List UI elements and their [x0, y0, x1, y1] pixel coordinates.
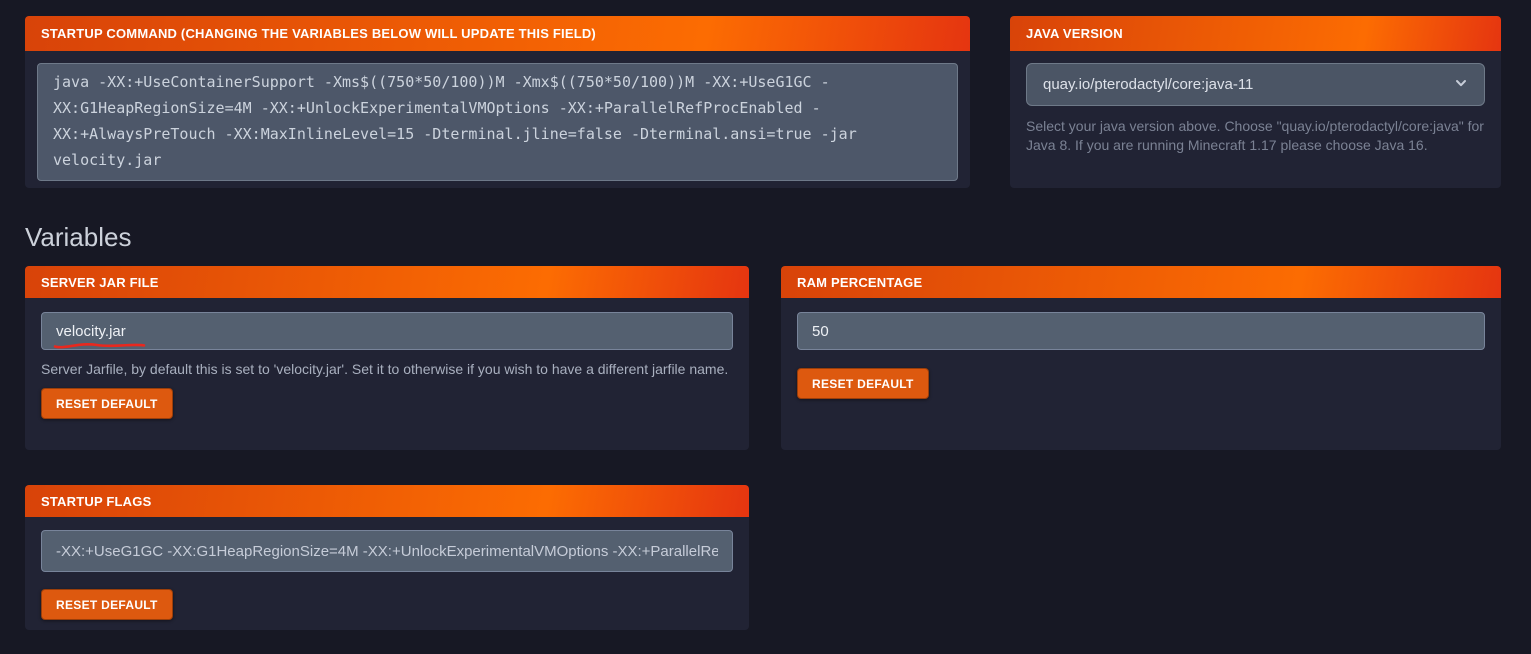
startup-flags-card: STARTUP FLAGS RESET DEFAULT [25, 485, 749, 630]
server-jar-file-card: SERVER JAR FILE Server Jarfile, by defau… [25, 266, 749, 450]
ram-percentage-input[interactable] [797, 312, 1485, 350]
startup-flags-input[interactable] [41, 530, 733, 572]
server-jar-file-body: Server Jarfile, by default this is set t… [25, 298, 749, 450]
server-jar-file-description: Server Jarfile, by default this is set t… [41, 359, 733, 380]
startup-command-header: STARTUP COMMAND (CHANGING THE VARIABLES … [25, 16, 970, 51]
java-version-header-label: JAVA VERSION [1026, 26, 1123, 41]
startup-flags-body: RESET DEFAULT [25, 517, 749, 630]
variables-left-column: SERVER JAR FILE Server Jarfile, by defau… [25, 266, 749, 630]
server-jar-file-header: SERVER JAR FILE [25, 266, 749, 298]
server-jar-file-input-wrap [41, 312, 733, 350]
ram-percentage-card: RAM PERCENTAGE RESET DEFAULT [781, 266, 1501, 450]
java-version-header: JAVA VERSION [1010, 16, 1501, 51]
java-version-selected-option: quay.io/pterodactyl/core:java-11 [1043, 76, 1253, 93]
java-version-help-text: Select your java version above. Choose "… [1026, 117, 1485, 155]
java-version-body: quay.io/pterodactyl/core:java-11 Select … [1010, 51, 1501, 188]
reset-default-button-server-jar[interactable]: RESET DEFAULT [41, 388, 173, 419]
startup-command-header-label: STARTUP COMMAND (CHANGING THE VARIABLES … [41, 26, 596, 41]
reset-default-button-startup-flags[interactable]: RESET DEFAULT [41, 589, 173, 620]
java-version-select[interactable]: quay.io/pterodactyl/core:java-11 [1026, 63, 1485, 106]
startup-flags-header: STARTUP FLAGS [25, 485, 749, 517]
ram-percentage-body: RESET DEFAULT [781, 298, 1501, 450]
ram-percentage-header-label: RAM PERCENTAGE [797, 275, 922, 290]
java-version-panel: JAVA VERSION quay.io/pterodactyl/core:ja… [1010, 16, 1501, 188]
top-row: STARTUP COMMAND (CHANGING THE VARIABLES … [25, 16, 1501, 188]
server-jar-file-header-label: SERVER JAR FILE [41, 275, 159, 290]
variables-right-column: RAM PERCENTAGE RESET DEFAULT [781, 266, 1501, 450]
ram-percentage-header: RAM PERCENTAGE [781, 266, 1501, 298]
variables-heading: Variables [25, 222, 1501, 253]
reset-default-button-ram-percentage[interactable]: RESET DEFAULT [797, 368, 929, 399]
startup-settings-page: STARTUP COMMAND (CHANGING THE VARIABLES … [0, 0, 1531, 630]
chevron-down-icon [1454, 76, 1468, 94]
startup-command-body: java -XX:+UseContainerSupport -Xms$((750… [25, 51, 970, 188]
startup-flags-header-label: STARTUP FLAGS [41, 494, 151, 509]
variables-grid: SERVER JAR FILE Server Jarfile, by defau… [25, 266, 1501, 630]
startup-command-panel: STARTUP COMMAND (CHANGING THE VARIABLES … [25, 16, 970, 188]
startup-command-field[interactable]: java -XX:+UseContainerSupport -Xms$((750… [37, 63, 958, 181]
server-jar-file-input[interactable] [41, 312, 733, 350]
